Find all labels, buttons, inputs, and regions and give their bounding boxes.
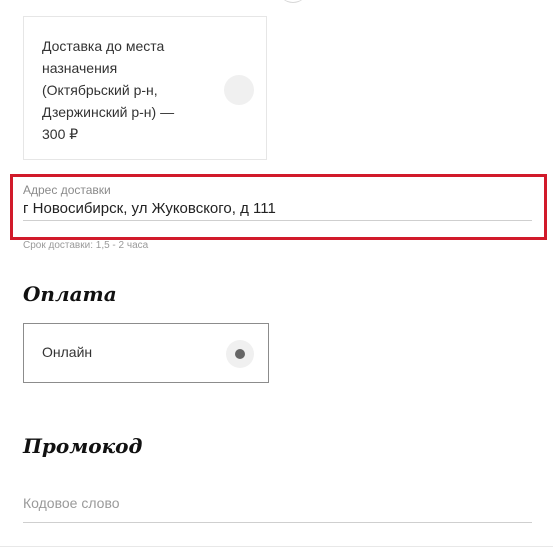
- payment-option-label: Онлайн: [42, 344, 93, 360]
- delivery-option-line: (Октябрьский р-н,: [42, 82, 158, 98]
- delivery-option-radio[interactable]: [224, 75, 254, 105]
- promo-code-input[interactable]: [23, 484, 532, 523]
- delivery-option-line: 300 ₽: [42, 126, 79, 142]
- delivery-option-line: Дзержинский р-н) —: [42, 104, 175, 120]
- divider: [0, 546, 553, 547]
- delivery-time-note: Срок доставки: 1,5 - 2 часа: [23, 240, 149, 251]
- delivery-option-card[interactable]: Доставка до места назначения (Октябрьски…: [23, 16, 267, 160]
- payment-option-online[interactable]: Онлайн: [23, 323, 269, 383]
- delivery-option-line: назначения: [42, 60, 118, 76]
- checkout-page: Доставка до места назначения (Октябрьски…: [0, 0, 553, 554]
- promo-section-title: Промокод: [23, 434, 143, 458]
- address-input-underline: [23, 220, 532, 221]
- address-input[interactable]: г Новосибирск, ул Жуковского, д 111: [23, 200, 276, 217]
- partial-radio-outline: [278, 0, 308, 3]
- delivery-option-line: Доставка до места: [42, 38, 165, 54]
- delivery-option-label: Доставка до места назначения (Октябрьски…: [42, 35, 202, 145]
- payment-option-radio-selected[interactable]: [226, 340, 254, 368]
- address-field-label: Адрес доставки: [23, 183, 111, 197]
- payment-section-title: Оплата: [23, 282, 117, 306]
